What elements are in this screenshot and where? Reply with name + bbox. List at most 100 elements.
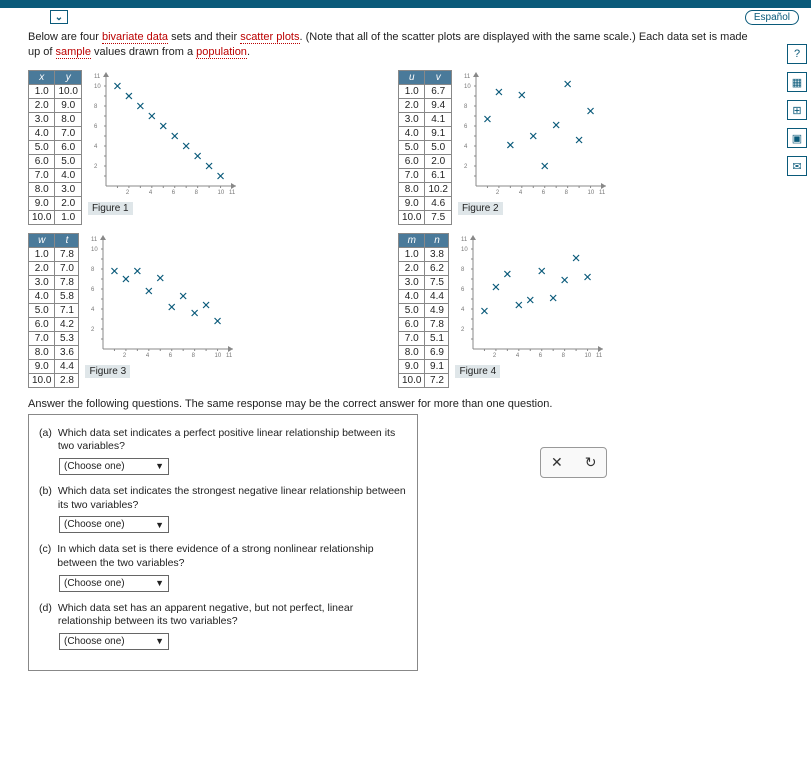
svg-text:8: 8 bbox=[565, 190, 569, 196]
help-button[interactable]: ? bbox=[787, 44, 807, 64]
svg-text:11: 11 bbox=[94, 74, 101, 80]
mail-button[interactable]: ✉ bbox=[787, 156, 807, 176]
svg-text:6: 6 bbox=[91, 287, 95, 293]
figure-label: Figure 2 bbox=[458, 202, 503, 215]
sidebar: ? ▦ ⊞ ▣ ✉ bbox=[787, 44, 807, 176]
svg-text:10: 10 bbox=[464, 84, 471, 90]
table-row: 2.09.4 bbox=[399, 98, 452, 112]
dropdown-caret-icon: ▼ bbox=[155, 636, 164, 646]
panel-xy: xy1.010.02.09.03.08.04.07.05.06.06.05.07… bbox=[28, 70, 328, 225]
svg-text:2: 2 bbox=[461, 327, 465, 333]
answer-intro: Answer the following questions. The same… bbox=[28, 398, 797, 410]
svg-text:8: 8 bbox=[464, 104, 468, 110]
table-row: 1.010.0 bbox=[29, 84, 82, 98]
table-row: 3.07.8 bbox=[29, 275, 79, 289]
svg-text:4: 4 bbox=[94, 144, 98, 150]
scatter-plot: 2244668810101111 bbox=[455, 233, 605, 363]
svg-text:10: 10 bbox=[94, 84, 101, 90]
term-bivariate[interactable]: bivariate data bbox=[102, 31, 168, 44]
language-button[interactable]: Español bbox=[745, 10, 799, 25]
svg-text:11: 11 bbox=[596, 353, 603, 359]
intro-text: Below are four bivariate data sets and t… bbox=[28, 30, 797, 60]
table-row: 10.07.2 bbox=[399, 373, 449, 387]
dropdown-caret-icon: ▼ bbox=[155, 578, 164, 588]
term-scatter[interactable]: scatter plots bbox=[240, 31, 299, 44]
svg-text:10: 10 bbox=[587, 190, 594, 196]
table-row: 5.06.0 bbox=[29, 140, 82, 154]
svg-text:4: 4 bbox=[519, 190, 523, 196]
table-row: 8.06.9 bbox=[399, 345, 449, 359]
table-row: 8.03.6 bbox=[29, 345, 79, 359]
header-bar bbox=[0, 0, 811, 8]
select-c[interactable]: (Choose one)▼ bbox=[59, 575, 169, 592]
term-sample[interactable]: sample bbox=[56, 46, 91, 59]
table-row: 4.04.4 bbox=[399, 289, 449, 303]
svg-text:10: 10 bbox=[585, 353, 592, 359]
select-a[interactable]: (Choose one)▼ bbox=[59, 458, 169, 475]
select-d[interactable]: (Choose one)▼ bbox=[59, 633, 169, 650]
table-row: 10.07.5 bbox=[399, 210, 452, 224]
table-row: 7.04.0 bbox=[29, 168, 82, 182]
table-row: 2.07.0 bbox=[29, 261, 79, 275]
action-buttons: ✕ ↻ bbox=[540, 447, 607, 478]
svg-text:8: 8 bbox=[195, 190, 199, 196]
svg-text:2: 2 bbox=[126, 190, 130, 196]
svg-text:10: 10 bbox=[215, 353, 222, 359]
panel-wt: wt1.07.82.07.03.07.84.05.85.07.16.04.27.… bbox=[28, 233, 328, 388]
calculator-button[interactable]: ▦ bbox=[787, 72, 807, 92]
table-row: 2.06.2 bbox=[399, 261, 449, 275]
panel-uv: uv1.06.72.09.43.04.14.09.15.05.06.02.07.… bbox=[398, 70, 698, 225]
select-b[interactable]: (Choose one)▼ bbox=[59, 516, 169, 533]
term-population[interactable]: population bbox=[196, 46, 247, 59]
table-row: 3.07.5 bbox=[399, 275, 449, 289]
svg-text:4: 4 bbox=[461, 307, 465, 313]
panel-mn: mn1.03.82.06.23.07.54.04.45.04.96.07.87.… bbox=[398, 233, 698, 388]
clear-button[interactable]: ✕ bbox=[551, 454, 563, 471]
svg-text:2: 2 bbox=[493, 353, 497, 359]
collapse-toggle[interactable]: ⌄ bbox=[50, 10, 68, 24]
table-row: 6.05.0 bbox=[29, 154, 82, 168]
tool-button[interactable]: ⊞ bbox=[787, 100, 807, 120]
table-row: 7.05.3 bbox=[29, 331, 79, 345]
table-row: 6.02.0 bbox=[399, 154, 452, 168]
table-row: 10.02.8 bbox=[29, 373, 79, 387]
table-row: 9.02.0 bbox=[29, 196, 82, 210]
svg-text:8: 8 bbox=[94, 104, 98, 110]
dropdown-caret-icon: ▼ bbox=[155, 461, 164, 471]
svg-text:2: 2 bbox=[123, 353, 127, 359]
svg-text:4: 4 bbox=[146, 353, 150, 359]
svg-text:2: 2 bbox=[91, 327, 95, 333]
svg-text:2: 2 bbox=[496, 190, 500, 196]
svg-text:6: 6 bbox=[542, 190, 546, 196]
svg-text:11: 11 bbox=[226, 353, 233, 359]
table-row: 4.07.0 bbox=[29, 126, 82, 140]
table-uv: uv1.06.72.09.43.04.14.09.15.05.06.02.07.… bbox=[398, 70, 452, 225]
save-button[interactable]: ▣ bbox=[787, 128, 807, 148]
svg-text:11: 11 bbox=[229, 190, 236, 196]
table-row: 9.04.6 bbox=[399, 196, 452, 210]
table-xy: xy1.010.02.09.03.08.04.07.05.06.06.05.07… bbox=[28, 70, 82, 225]
scatter-plot: 2244668810101111 bbox=[458, 70, 608, 200]
svg-text:10: 10 bbox=[91, 247, 98, 253]
question-a: (a)Which data set indicates a perfect po… bbox=[39, 427, 407, 475]
svg-text:11: 11 bbox=[464, 74, 471, 80]
svg-text:2: 2 bbox=[94, 164, 98, 170]
table-row: 9.09.1 bbox=[399, 359, 449, 373]
svg-text:4: 4 bbox=[516, 353, 520, 359]
table-row: 8.03.0 bbox=[29, 182, 82, 196]
svg-text:4: 4 bbox=[149, 190, 153, 196]
svg-text:6: 6 bbox=[172, 190, 176, 196]
table-row: 5.04.9 bbox=[399, 303, 449, 317]
svg-text:10: 10 bbox=[217, 190, 224, 196]
svg-text:11: 11 bbox=[461, 237, 468, 243]
chev-row: ⌄ bbox=[0, 8, 811, 26]
table-mn: mn1.03.82.06.23.07.54.04.45.04.96.07.87.… bbox=[398, 233, 449, 388]
svg-text:6: 6 bbox=[169, 353, 173, 359]
table-row: 4.09.1 bbox=[399, 126, 452, 140]
svg-text:11: 11 bbox=[91, 237, 98, 243]
figure-label: Figure 4 bbox=[455, 365, 500, 378]
svg-text:4: 4 bbox=[464, 144, 468, 150]
svg-text:8: 8 bbox=[461, 267, 465, 273]
reset-button[interactable]: ↻ bbox=[585, 454, 597, 471]
table-wt: wt1.07.82.07.03.07.84.05.85.07.16.04.27.… bbox=[28, 233, 79, 388]
